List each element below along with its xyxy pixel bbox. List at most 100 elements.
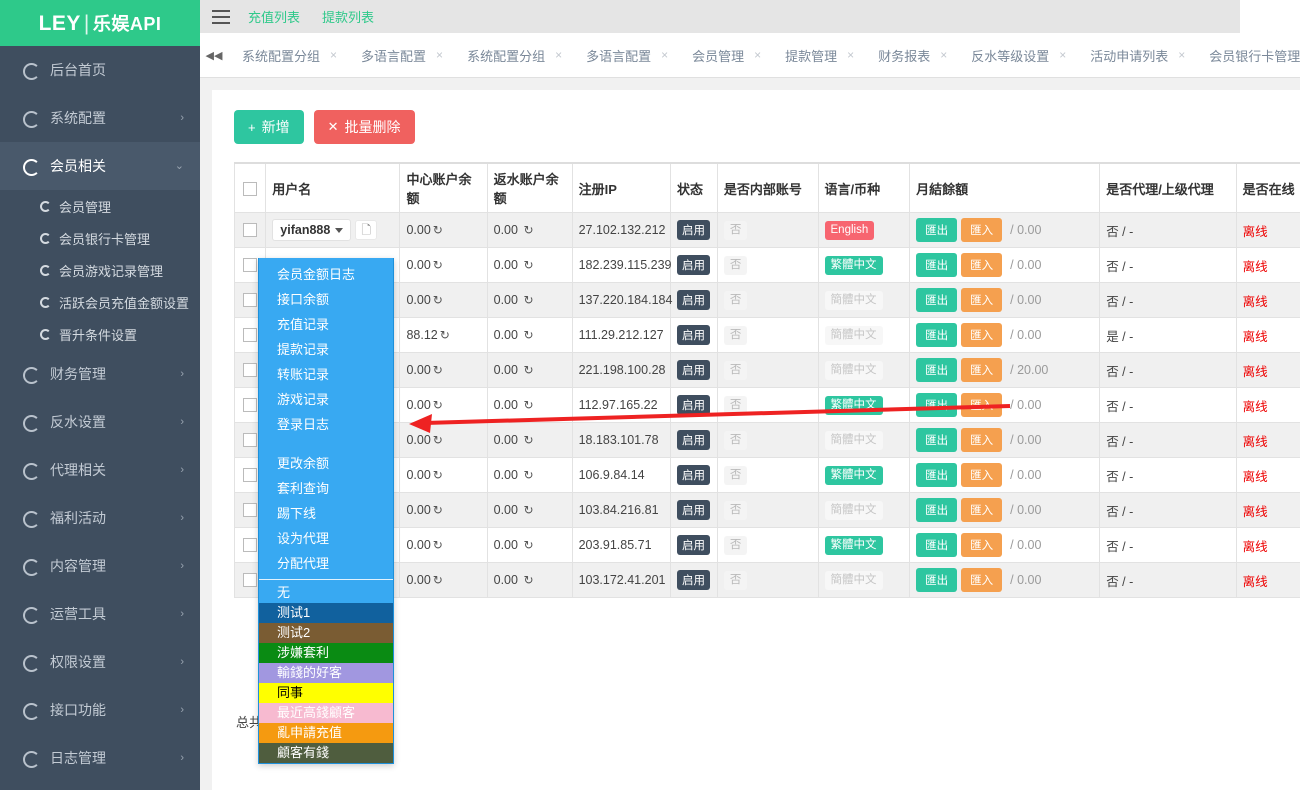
tab-close-icon[interactable]: × [436, 48, 443, 62]
dropdown-tag-item[interactable]: 测试2 [259, 623, 393, 643]
sidebar-subitem-promotion-condition[interactable]: 晋升条件设置 [0, 318, 200, 350]
transfer-out-button[interactable]: 匯出 [916, 533, 957, 557]
tab-close-icon[interactable]: × [555, 48, 562, 62]
status-badge[interactable]: 启用 [677, 430, 710, 450]
table-row[interactable]: yifan888 🗋 0.00↻ 0.00 ↻ 27.102.132.212 启… [235, 213, 1300, 248]
status-badge[interactable]: 启用 [677, 255, 710, 275]
transfer-in-button[interactable]: 匯入 [961, 218, 1002, 242]
refresh-icon[interactable]: ↻ [523, 433, 533, 447]
transfer-in-button[interactable]: 匯入 [961, 323, 1002, 347]
refresh-icon[interactable]: ↻ [433, 573, 443, 587]
status-badge[interactable]: 启用 [677, 395, 710, 415]
row-checkbox[interactable] [243, 363, 257, 377]
sidebar-item-member-related[interactable]: 会员相关 ⌄ [0, 142, 200, 190]
refresh-icon[interactable]: ↻ [433, 503, 443, 517]
row-checkbox[interactable] [243, 503, 257, 517]
refresh-icon[interactable]: ↻ [523, 538, 533, 552]
select-all-checkbox[interactable] [243, 182, 257, 196]
table-row[interactable]: 0.00↻ 0.00 ↻ 221.198.100.28 启用 否 簡體中文 匯出… [235, 353, 1300, 388]
sidebar-item-welfare[interactable]: 福利活动 › [0, 494, 200, 542]
tab-multilang-config-1[interactable]: 多语言配置 × [347, 33, 453, 78]
row-checkbox[interactable] [243, 328, 257, 342]
status-badge[interactable]: 启用 [677, 465, 710, 485]
dropdown-item[interactable]: 更改余额 [259, 451, 393, 476]
refresh-icon[interactable]: ↻ [433, 538, 443, 552]
dropdown-item[interactable]: 分配代理 [259, 551, 393, 576]
refresh-icon[interactable]: ↻ [433, 433, 443, 447]
dropdown-item[interactable]: 套利查询 [259, 476, 393, 501]
dropdown-tag-item[interactable]: 同事 [259, 683, 393, 703]
brand-logo[interactable]: LEY|乐娱API [0, 0, 200, 46]
transfer-in-button[interactable]: 匯入 [961, 533, 1002, 557]
status-badge[interactable]: 启用 [677, 570, 710, 590]
transfer-out-button[interactable]: 匯出 [916, 253, 957, 277]
refresh-icon[interactable]: ↻ [523, 293, 533, 307]
refresh-icon[interactable]: ↻ [523, 328, 533, 342]
sidebar-item-home[interactable]: 后台首页 [0, 46, 200, 94]
row-checkbox[interactable] [243, 538, 257, 552]
sidebar-item-finance[interactable]: 财务管理 › [0, 350, 200, 398]
row-checkbox[interactable] [243, 258, 257, 272]
add-button[interactable]: + 新增 [234, 110, 304, 144]
row-checkbox[interactable] [243, 223, 257, 237]
quicklink-recharge-list[interactable]: 充值列表 [248, 7, 300, 26]
tab-close-icon[interactable]: × [754, 48, 761, 62]
table-row[interactable]: 0.00↻ 0.00 ↻ 182.239.115.239 启用 否 繁體中文 匯… [235, 248, 1300, 283]
sidebar-item-api[interactable]: 接口功能 › [0, 686, 200, 734]
tab-multilang-config-2[interactable]: 多语言配置 × [572, 33, 678, 78]
dropdown-item[interactable]: 转账记录 [259, 362, 393, 387]
row-checkbox[interactable] [243, 433, 257, 447]
tab-close-icon[interactable]: × [847, 48, 854, 62]
transfer-out-button[interactable]: 匯出 [916, 463, 957, 487]
dropdown-tag-item[interactable]: 顧客有錢 [259, 743, 393, 763]
sidebar-subitem-active-recharge[interactable]: 活跃会员充值金额设置 [0, 286, 200, 318]
dropdown-item[interactable]: 接口余额 [259, 287, 393, 312]
refresh-icon[interactable]: ↻ [433, 363, 443, 377]
tab-withdraw-management[interactable]: 提款管理 × [771, 33, 864, 78]
dropdown-tag-item[interactable]: 最近高錢顧客 [259, 703, 393, 723]
tab-close-icon[interactable]: × [661, 48, 668, 62]
dropdown-item[interactable]: 充值记录 [259, 312, 393, 337]
refresh-icon[interactable]: ↻ [433, 468, 443, 482]
sidebar-item-content[interactable]: 内容管理 › [0, 542, 200, 590]
sidebar-subitem-game-record[interactable]: 会员游戏记录管理 [0, 254, 200, 286]
transfer-out-button[interactable]: 匯出 [916, 218, 957, 242]
status-badge[interactable]: 启用 [677, 290, 710, 310]
transfer-out-button[interactable]: 匯出 [916, 428, 957, 452]
tab-close-icon[interactable]: × [1178, 48, 1185, 62]
table-row[interactable]: 0.00↻ 0.00 ↻ 18.183.101.78 启用 否 簡體中文 匯出匯… [235, 423, 1300, 458]
status-badge[interactable]: 启用 [677, 220, 710, 240]
transfer-in-button[interactable]: 匯入 [961, 498, 1002, 522]
refresh-icon[interactable]: ↻ [523, 468, 533, 482]
transfer-out-button[interactable]: 匯出 [916, 498, 957, 522]
transfer-in-button[interactable]: 匯入 [961, 393, 1002, 417]
tab-rebate-level-settings[interactable]: 反水等级设置 × [957, 33, 1076, 78]
refresh-icon[interactable]: ↻ [433, 398, 443, 412]
transfer-in-button[interactable]: 匯入 [961, 428, 1002, 452]
table-row[interactable]: 0.00↻ 0.00 ↻ 112.97.165.22 启用 否 繁體中文 匯出匯… [235, 388, 1300, 423]
transfer-in-button[interactable]: 匯入 [961, 358, 1002, 382]
refresh-icon[interactable]: ↻ [523, 398, 533, 412]
tab-close-icon[interactable]: × [1059, 48, 1066, 62]
table-row[interactable]: 0.00↻ 0.00 ↻ 103.84.216.81 启用 否 簡體中文 匯出匯… [235, 493, 1300, 528]
tab-financial-report[interactable]: 财务报表 × [864, 33, 957, 78]
refresh-icon[interactable]: ↻ [523, 573, 533, 587]
dropdown-tag-item[interactable]: 测试1 [259, 603, 393, 623]
dropdown-item[interactable]: 提款记录 [259, 337, 393, 362]
table-row[interactable]: 0.00↻ 0.00 ↻ 106.9.84.14 启用 否 繁體中文 匯出匯入/… [235, 458, 1300, 493]
dropdown-item[interactable]: 会员金额日志 [259, 262, 393, 287]
tab-member-management[interactable]: 会员管理 × [678, 33, 771, 78]
dropdown-item[interactable]: 踢下线 [259, 501, 393, 526]
dropdown-item[interactable]: 游戏记录 [259, 387, 393, 412]
dropdown-tag-item[interactable]: 亂申請充值 [259, 723, 393, 743]
refresh-icon[interactable]: ↻ [433, 258, 443, 272]
sidebar-item-rebate[interactable]: 反水设置 › [0, 398, 200, 446]
transfer-out-button[interactable]: 匯出 [916, 568, 957, 592]
row-checkbox[interactable] [243, 573, 257, 587]
table-row[interactable]: 0.00↻ 0.00 ↻ 203.91.85.71 启用 否 繁體中文 匯出匯入… [235, 528, 1300, 563]
sidebar-item-permissions[interactable]: 权限设置 › [0, 638, 200, 686]
dropdown-tag-item[interactable]: 无 [259, 583, 393, 603]
row-checkbox[interactable] [243, 468, 257, 482]
refresh-icon[interactable]: ↻ [433, 293, 443, 307]
status-badge[interactable]: 启用 [677, 360, 710, 380]
